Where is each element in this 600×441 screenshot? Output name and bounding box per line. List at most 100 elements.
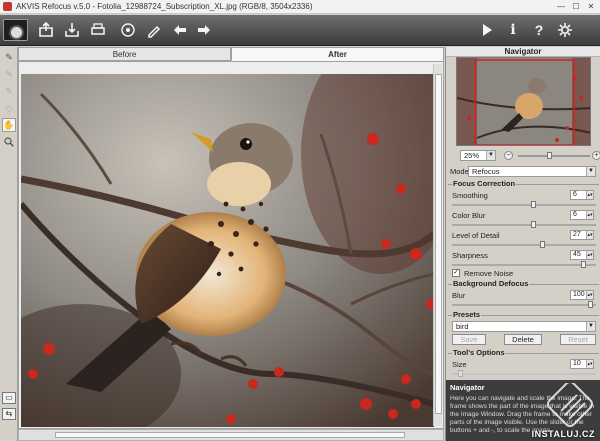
size-slider[interactable] (452, 370, 596, 377)
zoom-slider-knob[interactable] (547, 152, 552, 159)
level-of-detail-slider[interactable] (452, 241, 596, 248)
navigator-preview[interactable] (456, 57, 591, 146)
tab-after[interactable]: After (231, 47, 444, 61)
refocus-brush-icon[interactable]: ✎ (2, 50, 16, 64)
share-icon[interactable] (117, 19, 139, 41)
maximize-button[interactable]: ☐ (569, 1, 583, 12)
save-icon[interactable] (61, 19, 83, 41)
eraser-icon[interactable]: ✎ (2, 67, 16, 81)
close-button[interactable]: ✕ (584, 1, 598, 12)
info-icon[interactable]: i (502, 19, 524, 41)
undo-icon[interactable] (169, 19, 191, 41)
hand-icon[interactable]: ✋ (2, 118, 16, 132)
presets-title: Presets (452, 310, 482, 319)
zoom-value: 25% (464, 151, 480, 160)
chevron-down-icon: ▼ (486, 151, 495, 160)
spin-arrows-icon[interactable]: ▴▾ (586, 251, 593, 259)
blur-slider-knob[interactable] (588, 301, 593, 308)
help-panel: Navigator Here you can navigate and scal… (446, 380, 600, 441)
blur-label: Blur (452, 291, 466, 300)
spin-arrows-icon[interactable]: ▴▾ (586, 231, 593, 239)
zoom-select[interactable]: 25% ▼ (460, 150, 496, 161)
spin-arrows-icon[interactable]: ▴▾ (586, 360, 593, 368)
help-icon[interactable]: ? (528, 19, 550, 41)
navigator-title: Navigator (446, 47, 600, 57)
chevron-down-icon: ▼ (586, 322, 595, 331)
sharpness-slider[interactable] (452, 261, 596, 268)
zoom-controls: 25% ▼ − + (446, 150, 600, 162)
view-switch-icon[interactable]: ⇆ (2, 408, 16, 420)
sharpness-field[interactable]: 45 ▴▾ (570, 250, 594, 260)
vertical-scrollbar[interactable] (433, 64, 442, 426)
title-bar: AKVIS Refocus v.5.0 - Fotolia_12988724_S… (0, 0, 600, 14)
horizontal-scroll-thumb[interactable] (55, 432, 405, 438)
cleanup-brush-icon[interactable]: ◇ (2, 101, 16, 115)
view-tabs: Before After (18, 47, 444, 61)
blur-value: 100 (573, 291, 585, 298)
vertical-scroll-thumb[interactable] (435, 74, 442, 414)
blur-slider[interactable] (452, 301, 596, 308)
history-brush-icon[interactable]: ✎ (2, 84, 16, 98)
preset-value: bird (456, 322, 469, 331)
tools-options-title: Tool's Options (452, 348, 506, 357)
tools-bar: ✎ ✎ ✎ ◇ ✋ ▭ ⇆ (0, 47, 18, 441)
size-label: Size (452, 360, 467, 369)
spin-arrows-icon[interactable]: ▴▾ (586, 211, 593, 219)
view-single-icon[interactable]: ▭ (2, 392, 16, 404)
open-icon[interactable] (35, 19, 57, 41)
background-defocus-title: Background Defocus (452, 279, 530, 288)
level-of-detail-value: 27 (573, 231, 581, 238)
color-blur-label: Color Blur (452, 211, 486, 220)
remove-noise-checkbox[interactable]: ✓ (452, 269, 460, 277)
zoom-icon[interactable] (2, 135, 16, 149)
zoom-out-button[interactable]: − (504, 151, 513, 160)
run-icon[interactable] (476, 19, 498, 41)
color-blur-slider-knob[interactable] (531, 221, 536, 228)
level-of-detail-slider-knob[interactable] (540, 241, 545, 248)
smoothing-value: 6 (573, 191, 577, 198)
zoom-in-button[interactable]: + (592, 151, 600, 160)
mode-select[interactable]: Refocus ▼ (468, 166, 596, 177)
save-preset-button[interactable]: Save (452, 334, 486, 345)
smoothing-slider-knob[interactable] (531, 201, 536, 208)
focus-correction-title: Focus Correction (452, 179, 517, 188)
level-of-detail-field[interactable]: 27 ▴▾ (570, 230, 594, 240)
delete-preset-button[interactable]: Delete (504, 334, 542, 345)
remove-noise-label: Remove Noise (464, 269, 514, 278)
spin-arrows-icon[interactable]: ▴▾ (586, 291, 593, 299)
image-window[interactable] (18, 61, 444, 429)
settings-panel: Navigator 25% ▼ − + Mode: Refocus ▼ Focu… (445, 47, 600, 441)
app-logo-icon (3, 19, 28, 41)
smoothing-slider[interactable] (452, 201, 596, 208)
check-icon: ✓ (453, 269, 459, 276)
color-blur-value: 6 (573, 211, 577, 218)
smoothing-label: Smoothing (452, 191, 488, 200)
preferences-icon[interactable] (143, 19, 165, 41)
chevron-down-icon: ▼ (586, 167, 595, 176)
settings-icon[interactable] (554, 19, 576, 41)
app-icon (3, 2, 12, 11)
bird-photo[interactable] (21, 74, 434, 427)
window-controls: — ☐ ✕ (554, 1, 598, 12)
reset-preset-button[interactable]: Reset (560, 334, 596, 345)
preset-select[interactable]: bird ▼ (452, 321, 596, 332)
smoothing-field[interactable]: 6 ▴▾ (570, 190, 594, 200)
sharpness-value: 45 (573, 251, 581, 258)
color-blur-slider[interactable] (452, 221, 596, 228)
level-of-detail-label: Level of Detail (452, 231, 500, 240)
blur-field[interactable]: 100 ▴▾ (570, 290, 594, 300)
zoom-slider[interactable] (518, 152, 590, 159)
color-blur-field[interactable]: 6 ▴▾ (570, 210, 594, 220)
print-icon[interactable] (87, 19, 109, 41)
watermark-text: INSTALUJ.CZ (531, 429, 595, 439)
sharpness-label: Sharpness (452, 251, 488, 260)
sharpness-slider-knob[interactable] (581, 261, 586, 268)
redo-icon[interactable] (193, 19, 215, 41)
horizontal-scrollbar[interactable] (18, 429, 444, 441)
size-slider-knob[interactable] (458, 370, 463, 377)
tab-before[interactable]: Before (18, 47, 231, 61)
size-field[interactable]: 10 ▴▾ (570, 359, 594, 369)
spin-arrows-icon[interactable]: ▴▾ (586, 191, 593, 199)
size-value: 10 (573, 360, 581, 367)
minimize-button[interactable]: — (554, 1, 568, 12)
